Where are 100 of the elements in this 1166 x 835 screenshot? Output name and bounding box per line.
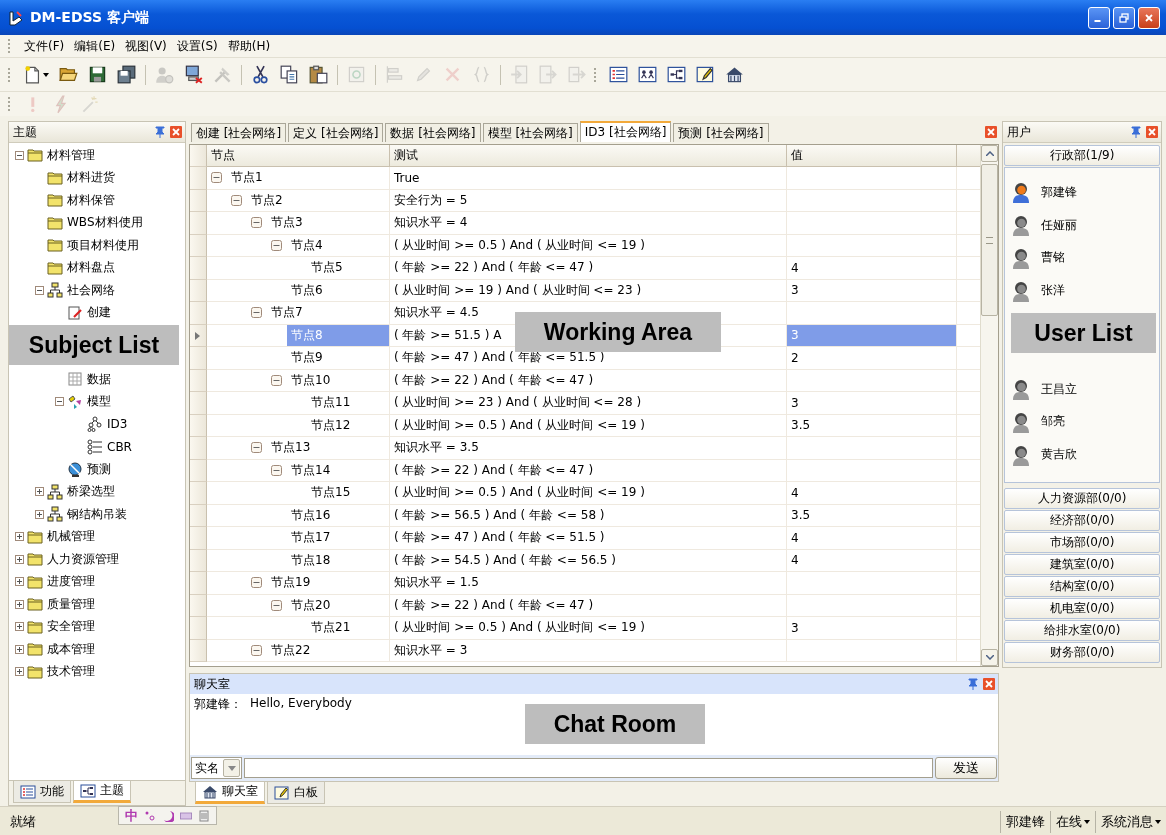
caret-icon[interactable] [43, 72, 49, 77]
tree-node-label[interactable]: 节点12 [307, 414, 389, 436]
pin-icon[interactable] [1130, 126, 1142, 138]
tree-node-label[interactable]: 节点9 [287, 347, 389, 369]
tree-item[interactable]: 成本管理 [47, 640, 95, 658]
collapse-icon[interactable] [271, 599, 282, 611]
moon-icon[interactable] [162, 809, 174, 822]
document-tab[interactable]: 定义 [社会网络] [288, 123, 384, 142]
expand-icon[interactable] [15, 667, 24, 677]
collapse-icon[interactable] [251, 217, 262, 229]
tree-node-label[interactable]: 节点20 [287, 594, 389, 616]
tree-item[interactable]: 人力资源管理 [47, 550, 119, 568]
collapse-icon[interactable] [251, 442, 262, 454]
scroll-down-button[interactable] [981, 649, 998, 666]
document-tab[interactable]: 模型 [社会网络] [482, 123, 578, 142]
collapse-icon[interactable] [271, 464, 282, 476]
new-file-icon[interactable] [23, 65, 42, 84]
user-name[interactable]: 邹亮 [1041, 413, 1065, 431]
collapse-icon[interactable] [55, 397, 64, 407]
group-header[interactable]: 给排水室(0/0) [1004, 620, 1160, 641]
collapse-icon[interactable] [35, 285, 44, 295]
tree-item[interactable]: 材料进货 [67, 169, 115, 187]
tree-item[interactable]: 机械管理 [47, 528, 95, 546]
tree-node-label[interactable]: 节点6 [287, 279, 389, 301]
tree-item[interactable]: 技术管理 [47, 663, 95, 681]
tree-node-label[interactable]: 节点15 [307, 482, 389, 504]
expand-icon[interactable] [15, 554, 24, 564]
tree-node-label[interactable]: 节点17 [287, 527, 389, 549]
close-icon[interactable] [983, 678, 995, 690]
scrollbar-thumb[interactable] [981, 164, 998, 316]
panel-tab[interactable]: 白板 [267, 782, 325, 804]
scroll-up-button[interactable] [981, 145, 998, 162]
tree-item[interactable]: 材料管理 [47, 146, 95, 164]
close-icon[interactable] [1146, 126, 1158, 138]
collapse-icon[interactable] [251, 577, 262, 589]
expand-icon[interactable] [15, 577, 24, 587]
save-all-icon[interactable] [117, 65, 136, 84]
expand-icon[interactable] [15, 622, 24, 632]
menu-item[interactable]: 设置(S) [172, 35, 222, 57]
list-icon[interactable] [609, 65, 628, 84]
tree-node-label[interactable]: 节点5 [307, 257, 389, 279]
pin-icon[interactable] [154, 126, 166, 138]
collapse-icon[interactable] [251, 307, 262, 319]
tree-node-label[interactable]: 节点3 [267, 212, 389, 234]
close-button[interactable] [1138, 6, 1160, 29]
tree-item[interactable]: WBS材料使用 [67, 214, 143, 232]
scrollbar[interactable] [980, 145, 998, 666]
tree-item[interactable]: 预测 [87, 460, 111, 478]
copy-icon[interactable] [280, 65, 299, 84]
user-name[interactable]: 张洋 [1041, 282, 1065, 300]
user-name[interactable]: 曹铭 [1041, 249, 1065, 267]
group-header[interactable]: 建筑室(0/0) [1004, 554, 1160, 575]
tree-item[interactable]: 材料保管 [67, 191, 115, 209]
collapse-icon[interactable] [231, 194, 242, 206]
tree-node-label[interactable]: 节点10 [287, 369, 389, 391]
paste-icon[interactable] [309, 65, 328, 84]
punctuation-icon[interactable] [144, 809, 156, 822]
group-header[interactable]: 行政部(1/9) [1004, 145, 1160, 166]
cut-icon[interactable] [251, 65, 270, 84]
tree-node-label[interactable]: 节点14 [287, 459, 389, 481]
tree-item[interactable]: 进度管理 [47, 573, 95, 591]
user-name[interactable]: 郭建锋 [1041, 183, 1077, 201]
expand-icon[interactable] [15, 644, 24, 654]
group-header[interactable]: 财务部(0/0) [1004, 642, 1160, 663]
computer-icon[interactable] [184, 65, 203, 84]
row-header[interactable] [190, 324, 207, 347]
column-header[interactable]: 值 [787, 145, 957, 167]
collapse-icon[interactable] [15, 150, 24, 160]
restore-button[interactable] [1113, 6, 1135, 29]
tree-node-label[interactable]: 节点21 [307, 617, 389, 639]
tree-node-label[interactable]: 节点16 [287, 504, 389, 526]
menu-item[interactable]: 视图(V) [121, 35, 171, 57]
panel-tab[interactable]: 主题 [73, 781, 131, 803]
diagram-icon[interactable] [667, 65, 686, 84]
system-messages-dropdown[interactable]: 系统消息 [1095, 811, 1166, 833]
name-mode-dropdown[interactable]: 实名 [191, 757, 242, 779]
user-name[interactable]: 王昌立 [1041, 380, 1077, 398]
tree-node-label[interactable]: 节点22 [267, 639, 389, 661]
pin-icon[interactable] [967, 678, 979, 690]
column-header[interactable]: 节点 [207, 145, 390, 167]
tree-node-label[interactable]: 节点2 [247, 189, 389, 211]
tree-node-label[interactable]: 节点4 [287, 234, 389, 256]
tree-node-label[interactable]: 节点11 [307, 392, 389, 414]
group-header[interactable]: 人力资源部(0/0) [1004, 488, 1160, 509]
close-icon[interactable] [170, 126, 182, 138]
group-header[interactable]: 机电室(0/0) [1004, 598, 1160, 619]
tree-node-label[interactable]: 节点13 [267, 437, 389, 459]
panel-tab[interactable]: 聊天室 [195, 782, 265, 804]
group-header[interactable]: 经济部(0/0) [1004, 510, 1160, 531]
tree-node-label[interactable]: 节点18 [287, 549, 389, 571]
table-icon[interactable] [638, 65, 657, 84]
send-button[interactable]: 发送 [935, 757, 997, 779]
menu-item[interactable]: 帮助(H) [223, 35, 275, 57]
document-tab[interactable]: ID3 [社会网络] [579, 121, 672, 142]
ime-mode-button[interactable]: 中 [125, 806, 138, 825]
expand-icon[interactable] [35, 509, 44, 519]
collapse-icon[interactable] [211, 172, 222, 184]
tree-node-label[interactable]: 节点1 [227, 167, 389, 189]
group-header[interactable]: 结构室(0/0) [1004, 576, 1160, 597]
tree-node-label[interactable]: 节点7 [267, 302, 389, 324]
